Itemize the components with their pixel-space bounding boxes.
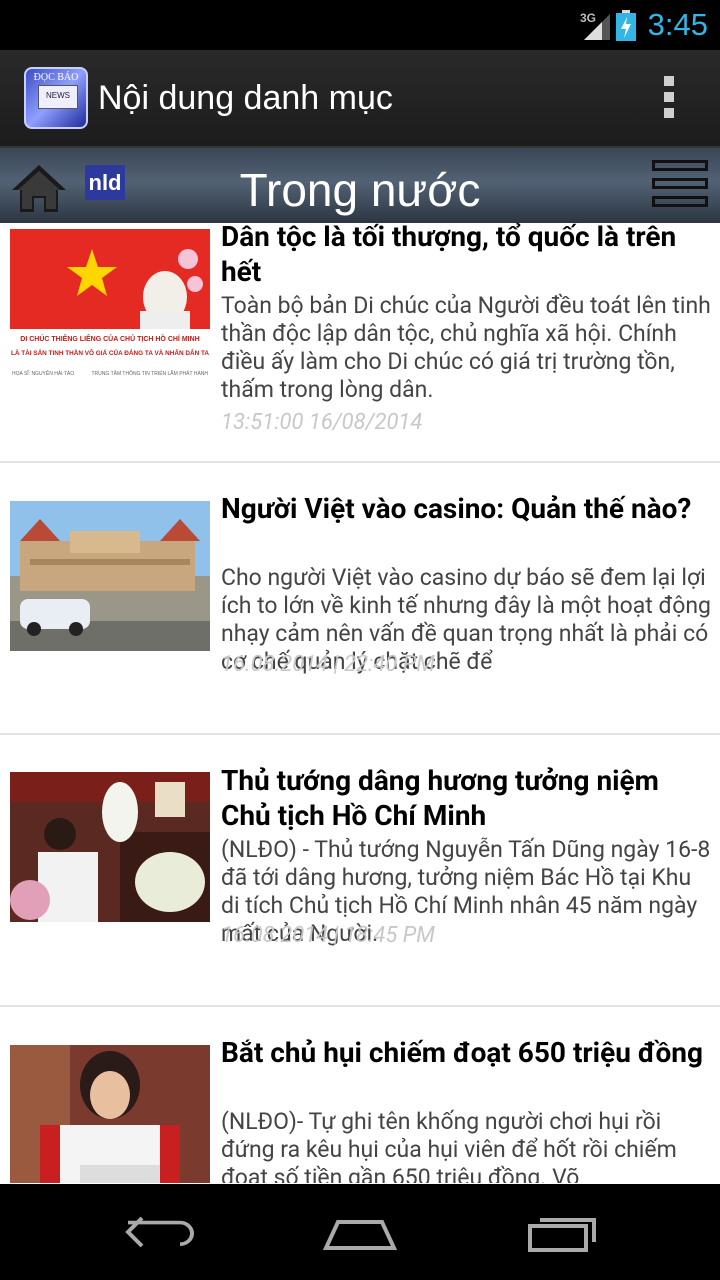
article-date: 16.08.2014 | 22:40 PM: [221, 652, 435, 677]
recent-apps-icon[interactable]: [524, 1208, 604, 1256]
clock: 3:45: [647, 7, 708, 42]
category-title: Trong nước: [239, 164, 481, 216]
article-title[interactable]: Người Việt vào casino: Quản thế nào?: [221, 491, 711, 526]
article-date: 16.08.2014 | 18:45 PM: [221, 923, 435, 948]
article-title[interactable]: Dân tộc là tối thượng, tổ quốc là trên h…: [221, 223, 711, 289]
category-bar: nld Trong nước: [0, 148, 720, 223]
action-bar: ĐỌC BÁO NEWS Nội dung danh mục: [0, 50, 720, 148]
article-date: 13:51:00 16/08/2014: [221, 410, 423, 435]
status-bar: 3G 3:45: [0, 0, 720, 50]
article-thumbnail: [10, 501, 210, 651]
article-thumbnail: DI CHÚC THIÊNG LIÊNG CỦA CHỦ TỊCH HỒ CHÍ…: [10, 229, 210, 379]
app-logo[interactable]: ĐỌC BÁO NEWS: [24, 67, 88, 129]
article-list[interactable]: DI CHÚC THIÊNG LIÊNG CỦA CHỦ TỊCH HỒ CHÍ…: [0, 223, 720, 1183]
navigation-bar: [0, 1184, 720, 1280]
signal-3g-icon: 3G: [580, 11, 610, 40]
list-menu-icon[interactable]: [652, 160, 708, 208]
network-type-label: 3G: [580, 11, 596, 25]
list-item[interactable]: DI CHÚC THIÊNG LIÊNG CỦA CHỦ TỊCH HỒ CHÍ…: [0, 223, 720, 463]
app-logo-label: ĐỌC BÁO: [33, 72, 79, 83]
list-item[interactable]: Bắt chủ hụi chiếm đoạt 650 triệu đồng (N…: [0, 1009, 720, 1183]
article-title[interactable]: Thủ tướng dâng hương tưởng niệm Chủ tịch…: [221, 763, 711, 833]
thumb-credit-left: HỌA SĨ: NGUYỄN HẢI TÁO: [12, 370, 74, 377]
battery-charging-icon: [616, 10, 636, 41]
list-item[interactable]: Thủ tướng dâng hương tưởng niệm Chủ tịch…: [0, 737, 720, 1007]
article-thumbnail: [10, 1045, 210, 1183]
thumb-credit-right: TRUNG TÂM THÔNG TIN TRIỂN LÃM PHÁT HÀNH: [92, 370, 209, 377]
page-title: Nội dung danh mục: [98, 79, 393, 117]
back-icon[interactable]: [120, 1208, 200, 1256]
overflow-menu-icon[interactable]: [662, 76, 676, 120]
list-item[interactable]: Người Việt vào casino: Quản thế nào? Cho…: [0, 465, 720, 735]
article-summary: Toàn bộ bản Di chúc của Người đều toát l…: [221, 292, 711, 403]
home-nav-icon[interactable]: [320, 1208, 400, 1256]
article-title[interactable]: Bắt chủ hụi chiếm đoạt 650 triệu đồng: [221, 1035, 711, 1070]
newspaper-icon: NEWS: [38, 85, 78, 109]
article-thumbnail: [10, 772, 210, 922]
article-summary: (NLĐO)- Tự ghi tên khống người chơi hụi …: [221, 1108, 677, 1183]
